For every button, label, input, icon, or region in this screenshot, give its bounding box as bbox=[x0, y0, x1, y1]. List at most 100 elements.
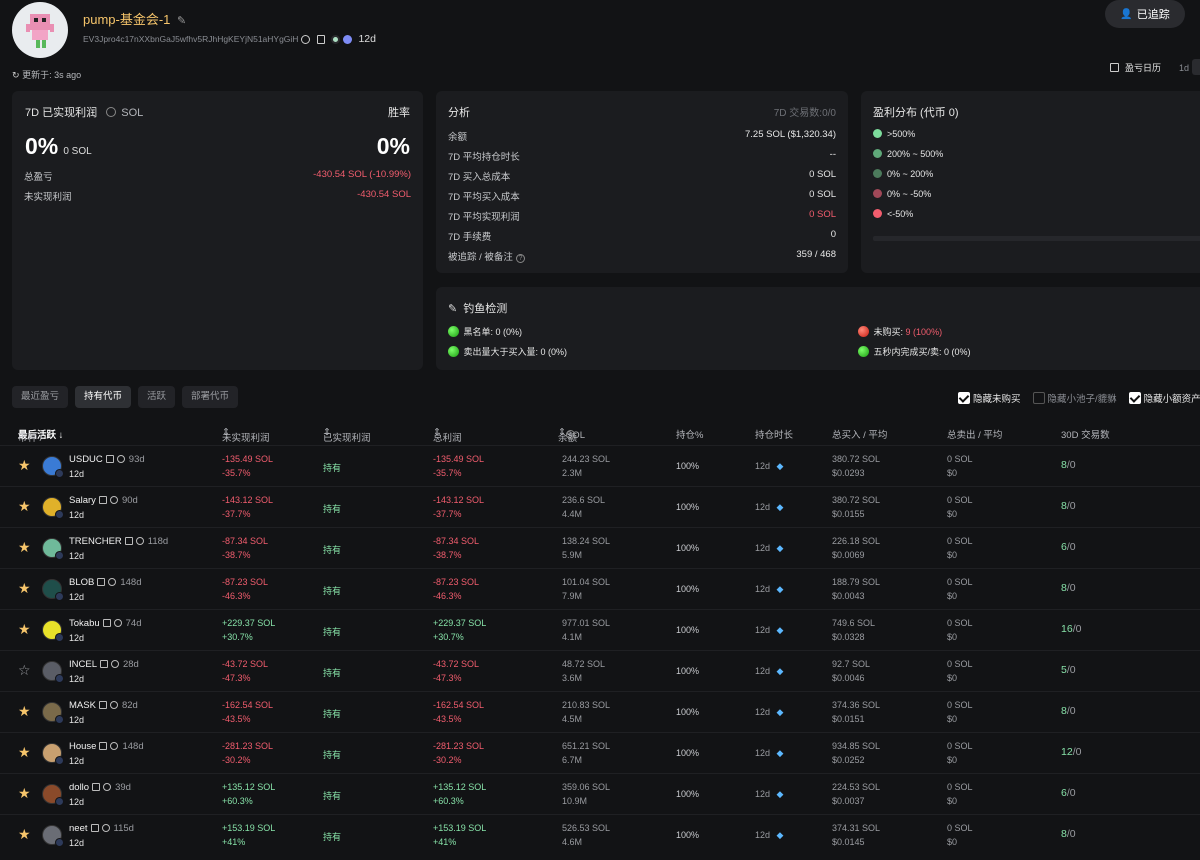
col-token[interactable]: 币种 / 最后活跃 ↓ bbox=[18, 427, 63, 444]
help-icon[interactable]: ? bbox=[515, 254, 525, 263]
table-row[interactable]: ★ dollo 39d 12d +135.12 SOL +60.3% 持有 +135.12 S… bbox=[0, 773, 1200, 814]
star-icon[interactable]: ★ bbox=[18, 458, 31, 472]
token-symbol[interactable]: neet bbox=[69, 823, 88, 834]
copy-icon[interactable] bbox=[98, 496, 107, 504]
checkbox-checked-icon[interactable] bbox=[958, 392, 970, 404]
distribution-label: <-50% bbox=[887, 209, 914, 219]
explorer-icon[interactable] bbox=[343, 34, 353, 44]
col-bought[interactable]: 总买入 / 平均 bbox=[832, 427, 887, 441]
copy-icon[interactable] bbox=[90, 824, 99, 832]
analysis-value: 7.25 SOL ($1,320.34) bbox=[744, 129, 836, 140]
col-realized[interactable]: 已实现利润 ⇕ bbox=[323, 427, 371, 444]
edit-icon[interactable]: ✎ bbox=[177, 15, 186, 27]
table-row[interactable]: ★ House 148d 12d -281.23 SOL -30.2% 持有 -281.23 … bbox=[0, 732, 1200, 773]
search-icon[interactable] bbox=[109, 496, 118, 504]
search-icon[interactable] bbox=[110, 660, 119, 668]
winrate-label: 胜率 bbox=[388, 107, 410, 119]
star-icon[interactable]: ★ bbox=[18, 827, 31, 841]
col-duration[interactable]: 持仓时长 bbox=[755, 427, 793, 441]
star-icon[interactable]: ★ bbox=[18, 786, 31, 800]
search-icon[interactable] bbox=[110, 742, 119, 750]
balance-sol: 236.6 SOL bbox=[562, 495, 606, 505]
solscan-icon[interactable] bbox=[331, 34, 341, 44]
star-icon[interactable]: ☆ bbox=[18, 663, 31, 677]
star-icon[interactable]: ★ bbox=[18, 704, 31, 718]
search-icon[interactable] bbox=[301, 34, 311, 44]
search-icon[interactable] bbox=[109, 701, 118, 709]
search-icon[interactable] bbox=[113, 619, 122, 627]
follow-button[interactable]: 👤 已追踪 bbox=[1105, 0, 1185, 28]
search-icon[interactable] bbox=[108, 578, 117, 586]
checkbox-checked-icon[interactable] bbox=[1128, 392, 1141, 404]
col-unrealized[interactable]: 未实现利润 ⇕ bbox=[222, 427, 270, 444]
token-symbol[interactable]: MASK bbox=[69, 700, 96, 711]
holdings-table: ★ USDUC 93d 12d -135.49 SOL -35.7% 持有 -135.49 S… bbox=[0, 445, 1200, 860]
copy-icon[interactable] bbox=[105, 455, 114, 463]
period-selector[interactable] bbox=[1192, 59, 1200, 75]
table-row[interactable]: ★ USDUC 93d 12d -135.49 SOL -35.7% 持有 -135.49 S… bbox=[0, 445, 1200, 486]
col-sold[interactable]: 总卖出 / 平均 bbox=[947, 427, 1002, 441]
tab-activity[interactable]: 活跃 bbox=[138, 386, 176, 408]
sold-sol: 0 SOL bbox=[947, 618, 973, 628]
search-icon[interactable] bbox=[135, 537, 144, 545]
search-icon[interactable] bbox=[103, 783, 112, 791]
table-row[interactable]: ★ neet 115d 12d +153.19 SOL +41% 持有 +153.19 SOL… bbox=[0, 814, 1200, 855]
col-txs[interactable]: 30D 交易数 bbox=[1061, 427, 1110, 441]
token-age: 82d bbox=[121, 700, 138, 711]
token-symbol[interactable]: Tokabu bbox=[69, 618, 100, 629]
token-symbol[interactable]: Salary bbox=[69, 495, 96, 506]
search-icon[interactable] bbox=[101, 824, 110, 832]
col-total[interactable]: 总利润 ⇕ bbox=[433, 427, 462, 444]
token-symbol[interactable]: INCEL bbox=[69, 659, 97, 670]
table-row[interactable]: ☆ INCEL 28d 12d -43.72 SOL -47.3% 持有 -43.72 SOL… bbox=[0, 650, 1200, 691]
col-position[interactable]: 持仓% bbox=[676, 427, 703, 441]
period-1d[interactable]: 1d bbox=[1179, 63, 1189, 73]
table-row[interactable]: ★ Salary 90d 12d -143.12 SOL -37.7% 持有 -143.12 … bbox=[0, 486, 1200, 527]
tab-holdings[interactable]: 持有代币 bbox=[75, 386, 132, 408]
calendar-icon[interactable] bbox=[1110, 63, 1119, 72]
star-icon[interactable]: ★ bbox=[18, 499, 31, 513]
token-age: 148d bbox=[122, 741, 144, 752]
copy-icon[interactable] bbox=[97, 578, 106, 586]
copy-icon[interactable] bbox=[99, 660, 108, 668]
hide-small-assets-toggle[interactable]: 隐藏小额资产 bbox=[1128, 391, 1200, 405]
analysis-row: 7D 平均实现利润 0 SOL bbox=[448, 209, 836, 223]
token-symbol[interactable]: BLOB bbox=[69, 577, 94, 588]
token-avatar bbox=[42, 825, 64, 847]
table-row[interactable]: ★ Tokabu 74d 12d +229.37 SOL +30.7% 持有 +229.37 … bbox=[0, 609, 1200, 650]
refresh-icon[interactable]: ↻ bbox=[12, 70, 20, 80]
table-row[interactable]: ★ MASK 82d 12d -162.54 SOL -43.5% 持有 -162.54 SO… bbox=[0, 691, 1200, 732]
star-icon[interactable]: ★ bbox=[18, 622, 31, 636]
col-balance[interactable]: 余额 ⇕ SOL bbox=[558, 427, 585, 444]
token-symbol[interactable]: dollo bbox=[69, 782, 89, 793]
tab-recent-pnl[interactable]: 最近盈亏 bbox=[12, 386, 69, 408]
star-icon[interactable]: ★ bbox=[18, 745, 31, 759]
token-symbol[interactable]: USDUC bbox=[69, 454, 103, 465]
copy-icon[interactable] bbox=[99, 742, 108, 750]
diamond-icon: ◆ bbox=[776, 461, 784, 471]
token-avatar bbox=[42, 743, 64, 765]
copy-icon[interactable] bbox=[317, 34, 326, 44]
distribution-label: 200% ~ 500% bbox=[887, 149, 944, 159]
star-icon[interactable]: ★ bbox=[18, 540, 31, 554]
checkbox-unchecked-icon[interactable] bbox=[1032, 392, 1045, 404]
token-symbol[interactable]: TRENCHER bbox=[69, 536, 122, 547]
diamond-icon: ◆ bbox=[776, 666, 784, 676]
copy-icon[interactable] bbox=[124, 537, 133, 545]
red-dot-icon bbox=[858, 326, 869, 337]
search-icon[interactable] bbox=[116, 455, 125, 463]
copy-icon[interactable] bbox=[102, 619, 111, 627]
token-symbol[interactable]: House bbox=[69, 741, 96, 752]
table-row[interactable]: ★ TRENCHER 118d 12d -87.34 SOL -38.7% 持有 -87.34… bbox=[0, 527, 1200, 568]
pnl-calendar-link[interactable]: 盈亏日历 bbox=[1125, 61, 1161, 74]
tab-deployed[interactable]: 部署代币 bbox=[182, 386, 239, 408]
table-row[interactable]: ★ BLOB 148d 12d -87.23 SOL -46.3% 持有 -87.23 SOL… bbox=[0, 568, 1200, 609]
copy-icon[interactable] bbox=[92, 783, 101, 791]
position-pct: 100% bbox=[676, 543, 700, 553]
star-icon[interactable]: ★ bbox=[18, 581, 31, 595]
copy-icon[interactable] bbox=[98, 701, 107, 709]
hide-small-pool-toggle[interactable]: 隐藏小池子/貔貅 bbox=[1032, 391, 1117, 405]
sold-sol: 0 SOL bbox=[947, 659, 973, 669]
hide-unbought-toggle[interactable]: 隐藏未购买 bbox=[958, 391, 1021, 405]
total-pnl-pct: -47.3% bbox=[433, 673, 462, 683]
